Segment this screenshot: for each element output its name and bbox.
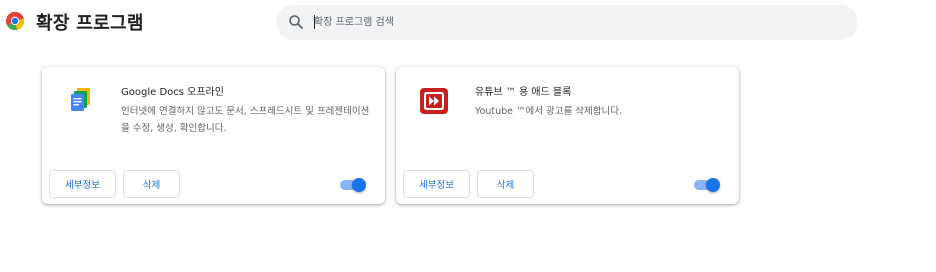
extension-description: Youtube ™에서 광고를 삭제합니다. xyxy=(475,106,622,117)
toggle-knob xyxy=(352,178,366,192)
details-button[interactable]: 세부정보 xyxy=(49,170,116,198)
top-bar: 확장 프로그램 xyxy=(0,0,936,44)
extension-name: Google Docs 오프라인 xyxy=(121,87,224,98)
toggle-knob xyxy=(706,178,720,192)
extension-card-youtube-adblock: 유튜브 ™ 용 애드 블록 Youtube ™에서 광고를 삭제합니다. 세부정… xyxy=(396,67,739,204)
youtube-adblock-icon xyxy=(420,88,448,114)
search-input[interactable] xyxy=(314,13,834,31)
text-cursor xyxy=(314,15,315,29)
remove-button[interactable]: 삭제 xyxy=(123,170,180,198)
chrome-logo-icon xyxy=(6,12,24,30)
enable-toggle[interactable] xyxy=(340,178,367,192)
extension-card-google-docs-offline: Google Docs 오프라인 인터넷에 연결하지 않고도 문서, 스프레드시… xyxy=(42,67,385,204)
page-title: 확장 프로그램 xyxy=(36,13,144,34)
enable-toggle[interactable] xyxy=(694,178,721,192)
remove-button[interactable]: 삭제 xyxy=(477,170,534,198)
search-bar[interactable] xyxy=(276,5,858,40)
search-icon xyxy=(289,15,303,29)
details-button[interactable]: 세부정보 xyxy=(403,170,470,198)
extension-description: 인터넷에 연결하지 않고도 문서, 스프레드시트 및 프레젠테이션을 수정, 생… xyxy=(121,106,370,134)
extension-name: 유튜브 ™ 용 애드 블록 xyxy=(475,87,572,98)
google-docs-icon xyxy=(71,88,90,111)
